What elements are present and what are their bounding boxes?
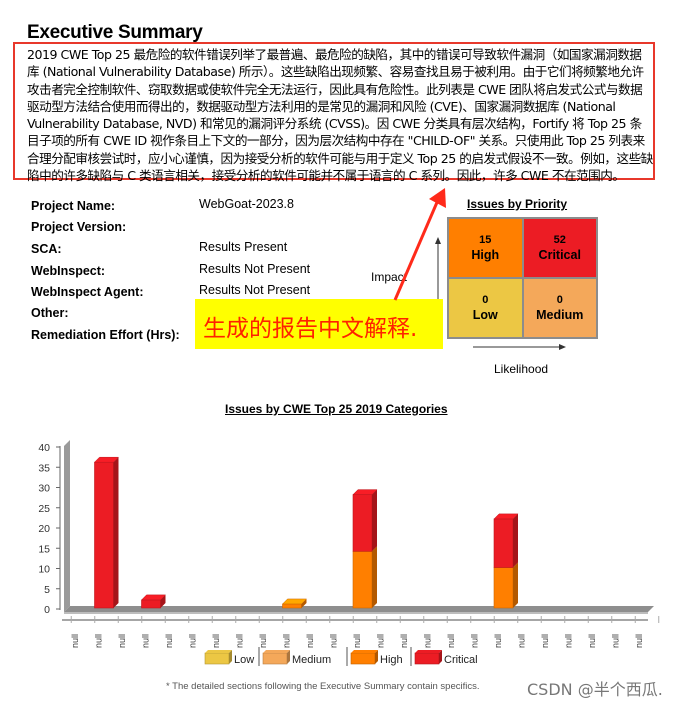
- medium-count: 0: [556, 294, 563, 306]
- y-tick-label: 5: [44, 584, 50, 596]
- x-tick-label: null: [211, 634, 221, 648]
- x-tick-label: null: [258, 634, 268, 648]
- x-tick-label: null: [117, 634, 127, 648]
- x-tick-label: null: [540, 634, 550, 648]
- high-count: 15: [479, 234, 492, 246]
- priority-title: Issues by Priority: [467, 197, 568, 211]
- legend-label-medium: Medium: [292, 654, 331, 666]
- y-tick-label: 25: [38, 503, 50, 515]
- x-tick-label: null: [470, 634, 480, 648]
- x-tick-label: null: [282, 634, 292, 648]
- x-tick-label: null: [423, 634, 433, 648]
- x-tick-label: null: [634, 634, 644, 648]
- critical-count: 52: [553, 234, 566, 246]
- bar-side-high: [513, 562, 518, 608]
- cwe-bar-chart: 0 5 10 15 20 25 30 35 40 null null null null null null…: [38, 440, 660, 666]
- bar-side-critical: [513, 513, 518, 568]
- watermark: CSDN @半个西瓜.: [527, 680, 663, 699]
- y-tick-label: 40: [38, 442, 50, 454]
- legend-swatch-top: [263, 650, 290, 653]
- x-tick-label: null: [517, 634, 527, 648]
- bar-segment-critical: [493, 518, 514, 568]
- red-arrow-shaft: [393, 199, 440, 301]
- bar-side-critical: [372, 489, 377, 552]
- bar-segment-critical: [94, 461, 114, 609]
- x-tick-label: null: [164, 634, 174, 648]
- priority-grid: 15 High 52 Critical 0 Low 0 Medium: [447, 217, 598, 339]
- footer-note: * The detailed sections following the Ex…: [166, 681, 480, 692]
- x-tick-label: null: [70, 634, 80, 648]
- low-count: 0: [482, 294, 489, 306]
- priority-cell-medium: 0 Medium: [523, 279, 596, 337]
- x-tick-label: null: [446, 634, 456, 648]
- chart-floor-edge: [64, 612, 648, 614]
- bar-segment-critical: [352, 494, 373, 552]
- x-tick-label: null: [235, 634, 245, 648]
- x-tick-label: null: [94, 634, 104, 648]
- low-label: Low: [472, 308, 498, 322]
- bar-side-high: [372, 546, 377, 608]
- legend-swatch-medium: [262, 652, 288, 665]
- bar-segment-high: [352, 551, 373, 609]
- x-tick-label: null: [611, 634, 621, 648]
- priority-cell-high: 15 High: [449, 219, 522, 277]
- medium-label: Medium: [536, 308, 584, 322]
- legend-swatch-top: [351, 650, 378, 653]
- legend-swatch-top: [415, 650, 442, 653]
- legend-swatch-high: [350, 652, 376, 665]
- y-tick-label: 15: [38, 543, 50, 555]
- high-label: High: [471, 248, 500, 262]
- bar-side-critical: [113, 457, 119, 608]
- legend-label-critical: Critical: [444, 654, 478, 666]
- bar-segment-critical: [141, 599, 161, 609]
- likelihood-label: Likelihood: [494, 362, 549, 376]
- x-tick-label: null: [352, 634, 362, 648]
- chart-title: Issues by CWE Top 25 2019 Categories: [225, 402, 448, 416]
- y-tick-label: 35: [38, 462, 50, 474]
- chart-back-wall: [64, 440, 70, 612]
- bar-segment-high: [282, 603, 302, 609]
- critical-label: Critical: [538, 248, 581, 262]
- legend-swatch-low: [204, 652, 230, 665]
- x-tick-label: null: [399, 634, 409, 648]
- legend-swatch-critical: [414, 652, 440, 665]
- annotation-arrow: [393, 188, 446, 301]
- priority-cell-low: 0 Low: [449, 279, 522, 337]
- y-tick-label: 10: [38, 564, 50, 576]
- y-tick-label: 0: [44, 604, 50, 616]
- x-tick-label: null: [329, 634, 339, 648]
- y-tick-label: 30: [38, 483, 50, 495]
- x-tick-label: null: [587, 634, 597, 648]
- legend-label-low: Low: [234, 654, 254, 666]
- x-tick-label: null: [493, 634, 503, 648]
- legend-swatch-top: [205, 650, 232, 653]
- legend-label-high: High: [380, 654, 403, 666]
- x-tick-label: null: [188, 634, 198, 648]
- bar-segment-high: [493, 567, 514, 609]
- x-tick-label: null: [376, 634, 386, 648]
- x-tick-label: null: [564, 634, 574, 648]
- x-tick-label: null: [141, 634, 151, 648]
- y-tick-label: 20: [38, 523, 50, 535]
- red-arrow-head-icon: [429, 188, 446, 208]
- x-tick-label: null: [305, 634, 315, 648]
- priority-cell-critical: 52 Critical: [523, 219, 596, 277]
